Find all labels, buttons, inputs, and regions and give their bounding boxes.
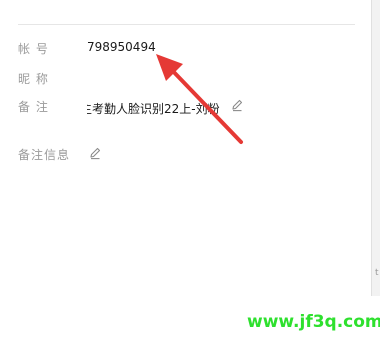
remark-text: 主考勤人脸识别22上-刘粉	[87, 102, 220, 115]
remark-value: 主考勤人脸识别22上-刘粉	[87, 97, 223, 115]
nickname-label: 昵 称	[18, 72, 49, 86]
pencil-icon[interactable]	[88, 146, 102, 160]
remark-info-label: 备注信息	[18, 148, 71, 162]
pencil-icon[interactable]	[230, 98, 244, 112]
window-edge	[371, 0, 380, 296]
red-arrow-annotation	[156, 54, 243, 144]
watermark: www.jf3q.com	[247, 312, 380, 332]
account-label: 帐 号	[18, 42, 49, 56]
account-value: 798950494	[87, 40, 156, 54]
remark-label: 备 注	[18, 100, 49, 114]
top-divider	[18, 24, 355, 25]
edge-char: t	[375, 268, 379, 278]
